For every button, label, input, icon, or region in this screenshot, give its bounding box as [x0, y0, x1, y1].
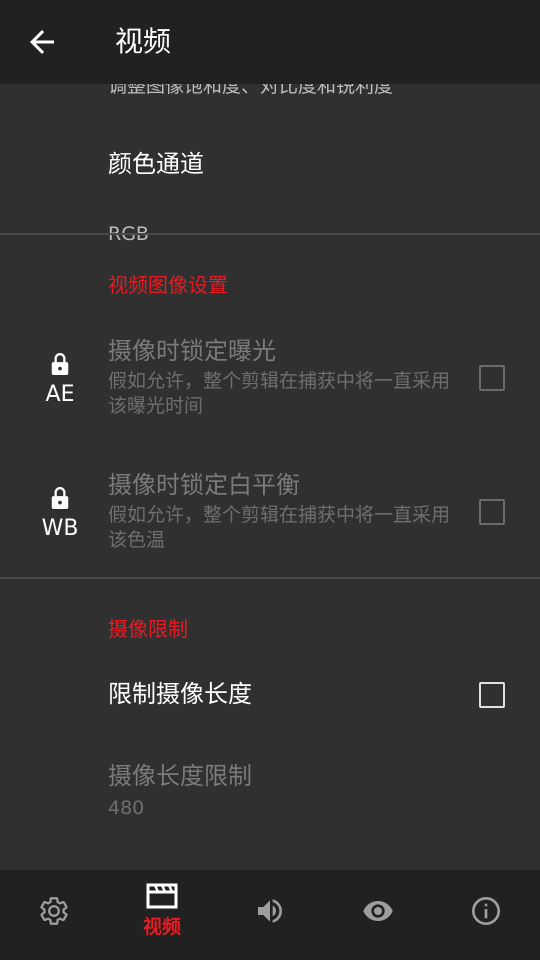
divider [0, 577, 540, 579]
lock-exposure-title: 摄像时锁定曝光 [108, 337, 276, 365]
color-channel-pref[interactable]: 颜色通道 RGB [0, 124, 540, 245]
wb-badge: WB [41, 516, 79, 541]
lock-white-balance-summary: 假如允许，整个剪辑在捕获中将一直采用该色温 [108, 504, 451, 551]
video-icon [146, 883, 178, 909]
length-limit-title: 摄像长度限制 [108, 762, 252, 790]
info-icon [472, 897, 500, 925]
clipped-summary: 调整图像饱和度、对比度和锐利度 [108, 84, 394, 97]
lock-exposure-checkbox[interactable] [479, 365, 505, 391]
ae-badge: AE [45, 382, 75, 407]
bottom-navigation: 视频 [0, 870, 540, 960]
eye-icon [363, 901, 393, 921]
limit-length-title: 限制摄像长度 [108, 680, 252, 708]
nav-about[interactable] [432, 870, 540, 960]
nav-video-label: 视频 [142, 916, 181, 938]
volume-icon [258, 899, 282, 923]
lock-exposure-summary: 假如允许，整个剪辑在捕获中将一直采用该曝光时间 [108, 370, 451, 417]
lock-icon: WB [38, 486, 82, 542]
length-limit-pref[interactable]: 摄像长度限制 480 [0, 744, 540, 844]
settings-list[interactable]: 调整图像饱和度、对比度和锐利度 颜色通道 RGB 视频图像设置 AE 摄像时锁定… [0, 84, 540, 870]
lock-white-balance-pref[interactable]: WB 摄像时锁定白平衡 假如允许，整个剪辑在捕获中将一直采用该色温 [0, 454, 540, 584]
nav-settings[interactable] [0, 870, 108, 960]
settings-icon [40, 897, 68, 925]
lock-icon: AE [38, 352, 82, 408]
lock-exposure-pref[interactable]: AE 摄像时锁定曝光 假如允许，整个剪辑在捕获中将一直采用该曝光时间 [0, 320, 540, 450]
nav-video[interactable]: 视频 [108, 870, 216, 960]
lock-white-balance-checkbox[interactable] [479, 499, 505, 525]
length-limit-value: 480 [108, 797, 145, 819]
category-recording-limits: 摄像限制 [108, 617, 188, 641]
nav-audio[interactable] [216, 870, 324, 960]
app-bar: 视频 [0, 0, 540, 84]
limit-length-checkbox[interactable] [479, 682, 505, 708]
page-title: 视频 [115, 25, 172, 58]
lock-white-balance-title: 摄像时锁定白平衡 [108, 471, 300, 499]
color-channel-title: 颜色通道 [108, 150, 204, 178]
nav-display[interactable] [324, 870, 432, 960]
back-arrow-icon[interactable] [24, 24, 60, 60]
divider [0, 233, 540, 235]
category-video-image-settings: 视频图像设置 [108, 273, 228, 297]
limit-length-pref[interactable]: 限制摄像长度 [0, 654, 540, 738]
